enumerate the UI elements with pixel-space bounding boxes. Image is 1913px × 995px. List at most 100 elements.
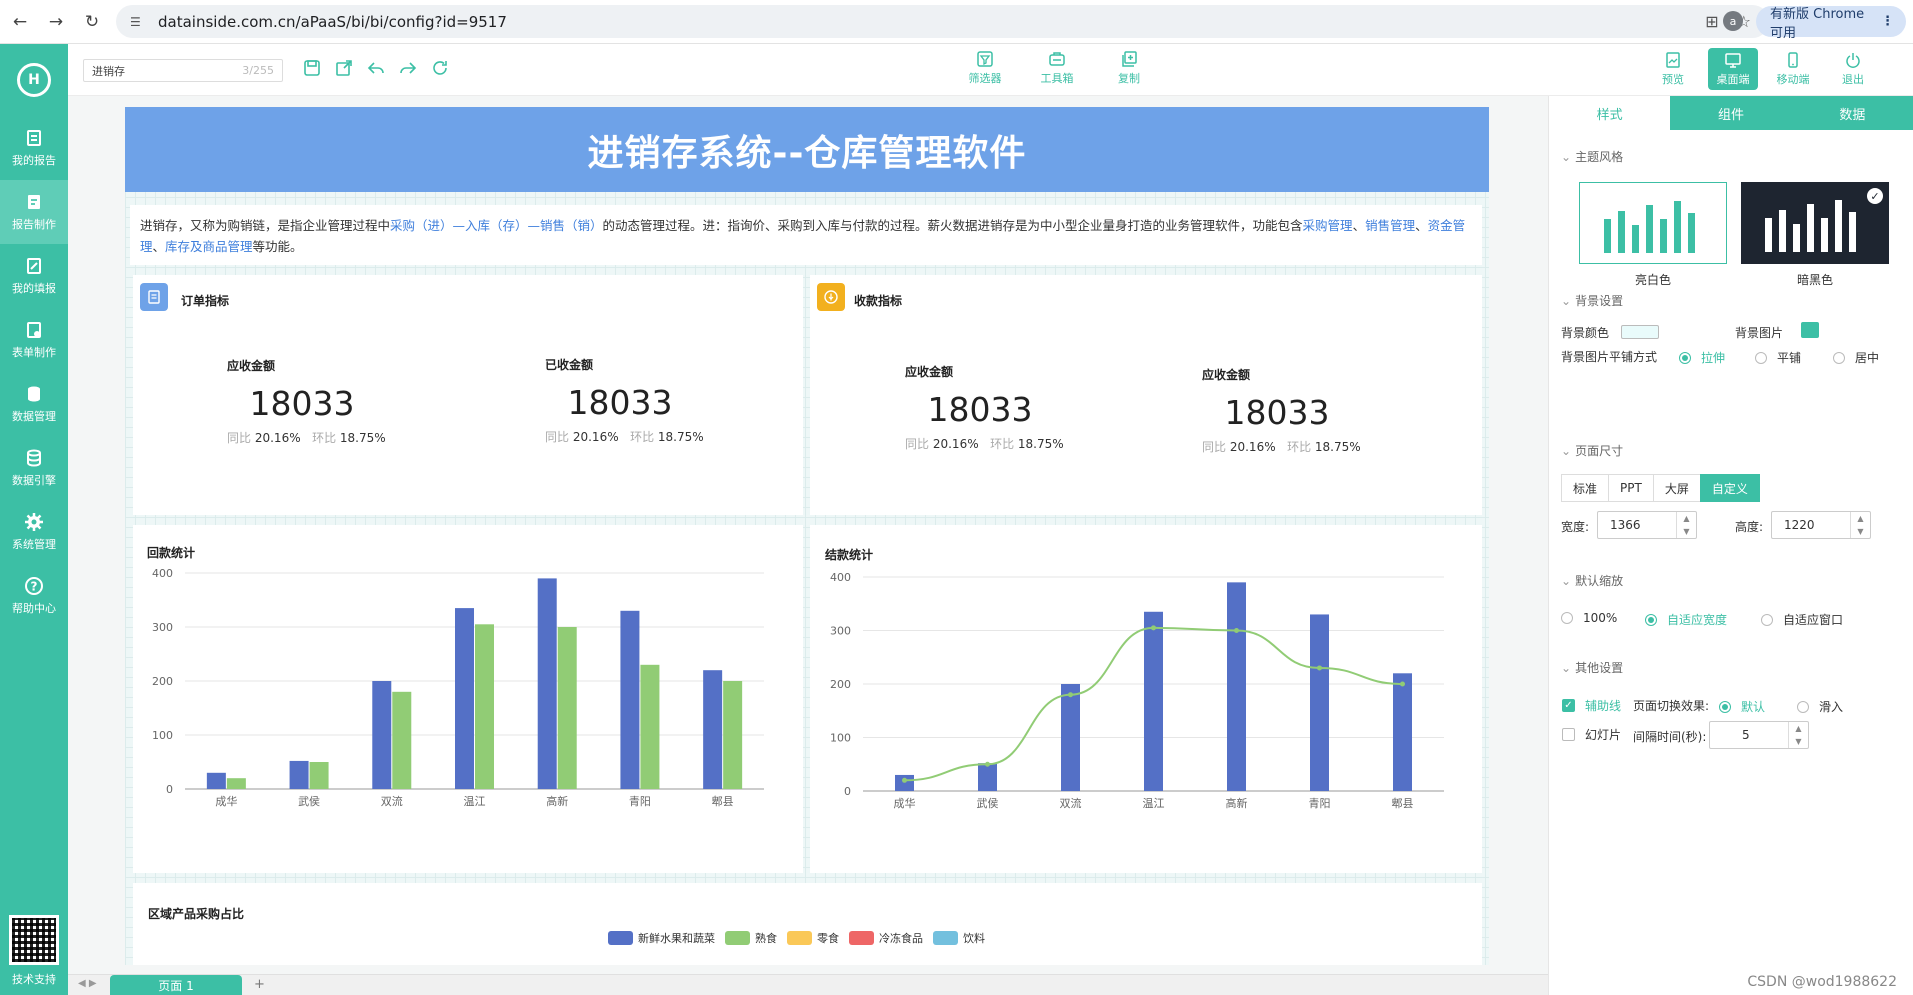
sidebar-item-help[interactable]: ? 帮助中心 <box>0 564 68 628</box>
sidebar-item-system[interactable]: 系统管理 <box>0 500 68 564</box>
url-text[interactable]: datainside.com.cn/aPaaS/bi/bi/config?id=… <box>158 13 507 31</box>
tile-repeat-radio[interactable]: 平铺 <box>1755 349 1801 366</box>
tab-component[interactable]: 组件 <box>1670 96 1792 130</box>
x-tick-label: 成华 <box>894 796 916 810</box>
export-icon[interactable] <box>334 58 354 78</box>
tile-stretch-radio[interactable]: 拉伸 <box>1679 349 1725 366</box>
toolbox-button[interactable]: 工具箱 <box>1032 50 1082 86</box>
site-settings-icon[interactable]: ☰ <box>130 14 146 30</box>
section-zoom-title[interactable]: 默认缩放 <box>1561 572 1623 589</box>
add-page-icon[interactable]: + <box>254 977 265 992</box>
section-size-title[interactable]: 页面尺寸 <box>1561 442 1623 459</box>
page-tab-1[interactable]: 页面 1 <box>110 975 242 995</box>
settlement-chart-panel[interactable]: 结款统计 0 100 200 300 400 成华 武侯 双流 温江 高新 青阳 郫县 <box>810 525 1482 873</box>
save-icon[interactable] <box>302 58 322 78</box>
app-logo[interactable]: H <box>0 44 68 116</box>
chart-title: 回款统计 <box>147 546 196 560</box>
exit-button[interactable]: 退出 <box>1828 48 1878 90</box>
size-bigscreen[interactable]: 大屏 <box>1652 474 1701 502</box>
zoom-100-radio[interactable]: 100% <box>1561 611 1617 625</box>
preview-button[interactable]: 预览 <box>1648 48 1698 90</box>
editor-toolbar: 进销存 3/255 筛选器 工具箱 复制 预览 桌面端 移动端 退出 <box>68 44 1913 96</box>
back-icon[interactable]: ← <box>4 6 36 38</box>
legend-swatch <box>787 931 812 945</box>
desktop-view-button[interactable]: 桌面端 <box>1708 48 1758 90</box>
legend-item[interactable]: 熟食 <box>725 930 777 946</box>
forward-icon[interactable]: → <box>40 6 72 38</box>
height-label: 高度: <box>1735 520 1764 534</box>
region-share-panel[interactable]: 区域产品采购占比 新鲜水果和蔬菜 熟食 零食 冷冻食品 饮料 <box>133 883 1482 965</box>
switch-default-radio[interactable]: 默认 <box>1719 698 1765 715</box>
page-size-segment[interactable]: 标准 PPT 大屏 自定义 <box>1561 474 1760 502</box>
sidebar-item-form-design[interactable]: 表单制作 <box>0 308 68 372</box>
sidebar-item-data-manage[interactable]: 数据管理 <box>0 372 68 436</box>
x-tick-label: 青阳 <box>629 795 651 808</box>
tile-center-radio[interactable]: 居中 <box>1833 349 1879 366</box>
sidebar-item-report-design[interactable]: 报告制作 <box>0 180 68 244</box>
sidebar-item-label: 我的填报 <box>12 282 56 295</box>
zoom-fit-width-radio[interactable]: 自适应宽度 <box>1645 611 1727 628</box>
theme-light-card[interactable] <box>1579 182 1727 264</box>
tool-label: 工具箱 <box>1040 72 1074 85</box>
sidebar-item-my-fill[interactable]: 我的填报 <box>0 244 68 308</box>
bar <box>372 681 392 789</box>
width-input[interactable]: 1366 ▲ ▼ <box>1597 511 1697 539</box>
section-other-title[interactable]: 其他设置 <box>1561 659 1623 676</box>
legend-item[interactable]: 冷冻食品 <box>849 930 923 946</box>
copy-icon <box>1122 51 1137 67</box>
tool-label: 筛选器 <box>968 72 1002 85</box>
sidebar-item-data-engine[interactable]: 数据引擎 <box>0 436 68 500</box>
legend-label: 饮料 <box>963 932 985 945</box>
section-theme-title[interactable]: 主题风格 <box>1561 148 1623 165</box>
report-name-input[interactable]: 进销存 3/255 <box>83 59 283 82</box>
bar <box>226 778 246 789</box>
sidebar-item-my-report[interactable]: 我的报告 <box>0 116 68 180</box>
page-nav-arrows[interactable]: ◀ ▶ <box>78 978 97 989</box>
profile-avatar[interactable]: a <box>1723 11 1743 31</box>
mobile-view-button[interactable]: 移动端 <box>1768 48 1818 90</box>
undo-icon[interactable] <box>366 58 386 78</box>
image-upload-icon[interactable] <box>1801 322 1819 338</box>
translate-icon[interactable]: ⊞ <box>1705 12 1718 31</box>
tab-style[interactable]: 样式 <box>1549 96 1671 130</box>
address-bar[interactable]: ☰ datainside.com.cn/aPaaS/bi/bi/config?i… <box>116 5 1769 38</box>
zoom-fit-window-radio[interactable]: 自适应窗口 <box>1761 611 1843 628</box>
dashboard-title[interactable]: 进销存系统--仓库管理软件 <box>125 107 1489 192</box>
order-kpi-panel[interactable]: 订单指标 应收金额 18033 同比 20.16% 环比 18.75% 已收金额… <box>133 275 803 515</box>
legend-item[interactable]: 饮料 <box>933 930 985 946</box>
copy-button[interactable]: 复制 <box>1104 50 1154 86</box>
bar <box>620 610 640 789</box>
theme-dark-card[interactable]: ✓ <box>1741 182 1889 264</box>
power-icon <box>1846 53 1860 68</box>
bar <box>1227 582 1246 791</box>
collection-kpi-panel[interactable]: 收款指标 应收金额 18033 同比 20.16% 环比 18.75% 应收金额… <box>810 275 1482 515</box>
size-custom[interactable]: 自定义 <box>1699 474 1760 502</box>
size-standard[interactable]: 标准 <box>1561 474 1610 502</box>
section-bg-title[interactable]: 背景设置 <box>1561 292 1623 309</box>
dashboard-page[interactable]: 进销存系统--仓库管理软件 进销存，又称为购销链，是指企业管理过程中采购（进）—… <box>125 107 1489 965</box>
filter-tool-button[interactable]: 筛选器 <box>960 50 1010 86</box>
refresh-icon[interactable] <box>430 58 450 78</box>
intro-text-block[interactable]: 进销存，又称为购销链，是指企业管理过程中采购（进）—入库（存）—销售（销）的动态… <box>130 205 1482 265</box>
more-menu-icon[interactable]: ⋮ <box>1881 14 1894 29</box>
collection-chart-panel[interactable]: 回款统计 0 100 200 300 400 成华 武侯 双流 温江 高新 青阳 郫县 <box>133 525 803 873</box>
bg-color-picker[interactable] <box>1621 325 1659 339</box>
reload-icon[interactable]: ↻ <box>76 6 108 38</box>
legend-swatch <box>933 931 958 945</box>
chrome-update-button[interactable]: 有新版 Chrome 可用 ⋮ <box>1756 6 1906 41</box>
height-input[interactable]: 1220 ▲ ▼ <box>1771 511 1871 539</box>
kpi-receivable: 应收金额 18033 同比 20.16% 环比 18.75% <box>227 357 386 446</box>
tab-data[interactable]: 数据 <box>1791 96 1913 130</box>
legend-item[interactable]: 新鲜水果和蔬菜 <box>608 930 715 946</box>
size-ppt[interactable]: PPT <box>1608 474 1654 502</box>
guide-line-checkbox[interactable]: ✓ <box>1562 699 1575 712</box>
filter-icon <box>977 51 993 67</box>
legend-item[interactable]: 零食 <box>787 930 839 946</box>
switch-slide-radio[interactable]: 滑入 <box>1797 698 1843 715</box>
redo-icon[interactable] <box>398 58 418 78</box>
preview-icon <box>1666 52 1680 68</box>
interval-input[interactable]: 5 ▲ ▼ <box>1709 721 1809 749</box>
intro-highlight: 采购（进）—入库（存）—销售（销） <box>390 218 603 233</box>
watermark: CSDN @wod1988622 <box>1747 974 1897 990</box>
slideshow-checkbox[interactable] <box>1562 728 1575 741</box>
